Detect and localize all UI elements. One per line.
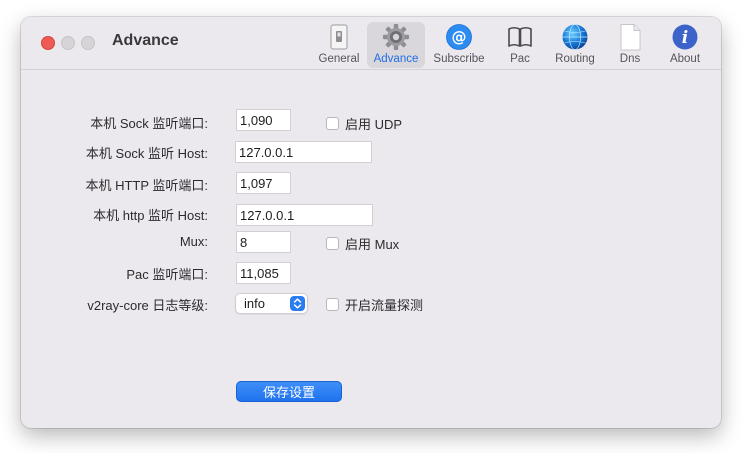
pac-port-input[interactable]: 11,085: [236, 262, 291, 284]
general-switch-icon: [330, 24, 348, 50]
traffic-detect-checkbox-box[interactable]: [326, 298, 339, 311]
sock-host-label: 本机 Sock 监听 Host:: [85, 146, 208, 161]
enable-mux-checkbox-box[interactable]: [326, 237, 339, 250]
log-level-value: info: [244, 296, 265, 311]
minimize-window-button[interactable]: [61, 36, 75, 50]
tab-advance[interactable]: Advance: [367, 22, 425, 68]
info-icon: i: [672, 24, 698, 50]
udp-checkbox[interactable]: 启用 UDP: [326, 114, 402, 133]
close-window-button[interactable]: [41, 36, 55, 50]
zoom-window-button[interactable]: [81, 36, 95, 50]
tab-general[interactable]: General: [315, 22, 363, 68]
tab-pac-label: Pac: [510, 53, 530, 65]
pac-port-label: Pac 监听端口:: [126, 267, 208, 282]
document-icon: [620, 24, 641, 51]
window-title: Advance: [112, 32, 179, 49]
sock-host-input[interactable]: 127.0.0.1: [235, 141, 372, 163]
tab-about-label: About: [669, 53, 701, 65]
tab-routing-label: Routing: [555, 53, 595, 65]
http-port-input[interactable]: 1,097: [236, 172, 291, 194]
http-port-label: 本机 HTTP 监听端口:: [85, 178, 208, 193]
tab-advance-label: Advance: [373, 53, 419, 65]
tab-dns[interactable]: Dns: [615, 22, 645, 68]
open-book-icon: [508, 26, 532, 47]
udp-checkbox-label: 启用 UDP: [345, 117, 403, 132]
tab-dns-label: Dns: [619, 53, 641, 65]
mux-label: Mux:: [179, 234, 208, 249]
traffic-detect-checkbox-label: 开启流量探测: [345, 298, 424, 313]
tab-subscribe[interactable]: @ Subscribe: [431, 22, 487, 68]
mux-input[interactable]: 8: [236, 231, 291, 253]
save-settings-button[interactable]: 保存设置: [236, 381, 342, 402]
svg-text:@: @: [452, 28, 467, 46]
preferences-window: Advance General Advance @ Subscribe Pac …: [21, 17, 721, 428]
gear-icon: [383, 24, 409, 50]
toolbar: Advance General Advance @ Subscribe Pac …: [21, 17, 721, 70]
udp-checkbox-box[interactable]: [326, 117, 339, 130]
tab-pac[interactable]: Pac: [503, 22, 537, 68]
log-level-label: v2ray-core 日志等级:: [87, 298, 208, 313]
sock-port-label: 本机 Sock 监听端口:: [90, 116, 208, 131]
http-host-label: 本机 http 监听 Host:: [93, 208, 208, 223]
http-host-input[interactable]: 127.0.0.1: [236, 204, 373, 226]
tab-subscribe-label: Subscribe: [433, 53, 485, 65]
chevron-updown-icon: [290, 296, 305, 311]
sock-port-input[interactable]: 1,090: [236, 109, 291, 131]
enable-mux-checkbox-label: 启用 Mux: [345, 237, 400, 252]
enable-mux-checkbox[interactable]: 启用 Mux: [326, 234, 399, 253]
traffic-detect-checkbox[interactable]: 开启流量探测: [326, 295, 423, 314]
tab-about[interactable]: i About: [665, 22, 705, 68]
log-level-select[interactable]: info: [235, 293, 308, 314]
globe-icon: [562, 24, 588, 50]
svg-text:i: i: [682, 28, 688, 48]
at-sign-icon: @: [446, 24, 472, 50]
tab-routing[interactable]: Routing: [552, 22, 598, 68]
tab-general-label: General: [318, 53, 360, 65]
